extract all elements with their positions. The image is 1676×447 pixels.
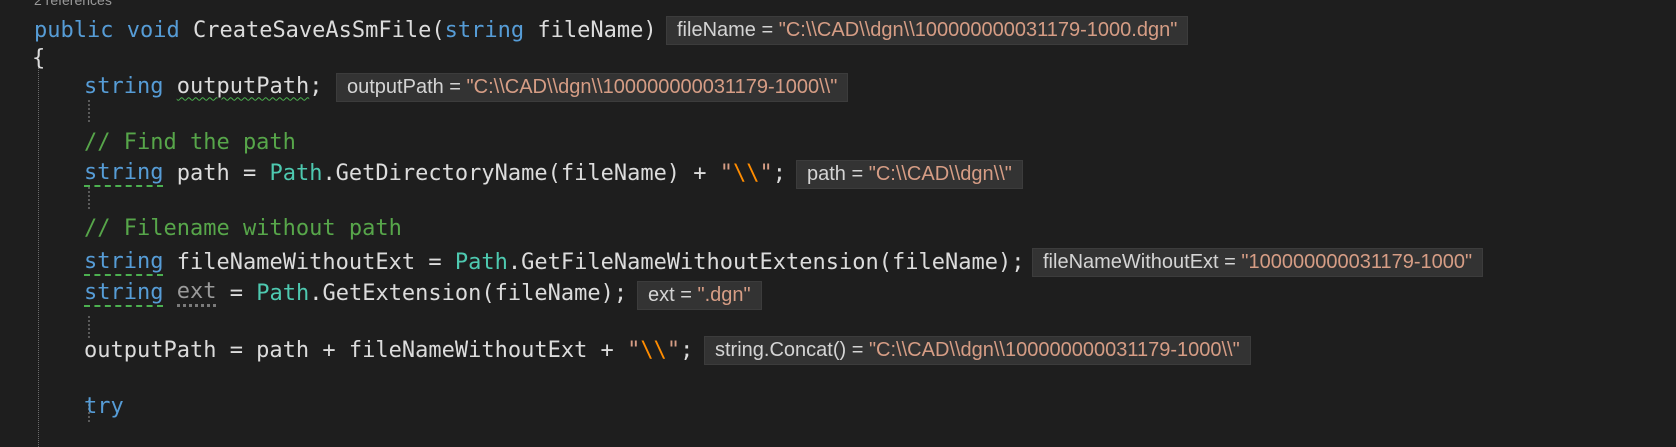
datatip-label: path =: [807, 163, 869, 185]
code-text: path =: [163, 160, 270, 186]
datatip-label: string.Concat() =: [715, 339, 869, 361]
semicolon: ;: [680, 337, 694, 363]
string-escape: \\: [640, 337, 667, 363]
code-text: fileNameWithoutExt =: [163, 249, 455, 275]
type-path[interactable]: Path: [256, 281, 309, 306]
method-name[interactable]: CreateSaveAsSmFile: [193, 18, 431, 43]
datatip-label: fileNameWithoutExt =: [1043, 251, 1242, 273]
code-line-try[interactable]: try: [84, 390, 124, 422]
semicolon: ;: [772, 160, 787, 186]
code-editor[interactable]: 2 references public void CreateSaveAsSmF…: [0, 0, 1676, 447]
paren-open: (: [431, 17, 445, 43]
code-line-comment-find-path[interactable]: // Find the path: [84, 126, 296, 158]
keyword-public: public: [34, 17, 114, 43]
code-line-outputpath-decl[interactable]: string outputPath;: [84, 70, 322, 102]
keyword-try: try: [84, 393, 124, 419]
code-text: .GetExtension(fileName);: [309, 280, 628, 306]
code-line-filenamewithoutext-decl[interactable]: string fileNameWithoutExt = Path .GetFile…: [84, 246, 1024, 278]
datatip-value: ".dgn": [697, 284, 751, 306]
datatip-filenamewithoutext[interactable]: fileNameWithoutExt = "100000000031179-10…: [1032, 248, 1484, 277]
codelens-references[interactable]: 2 references: [34, 0, 112, 9]
indent-guide: [38, 62, 39, 447]
comment: // Find the path: [84, 129, 296, 155]
keyword-string: string: [84, 159, 164, 187]
blank-line-marker: [88, 100, 90, 122]
code-line-outputpath-assign[interactable]: outputPath = path + fileNameWithoutExt +…: [84, 334, 693, 366]
string-quote: ": [627, 337, 641, 363]
datatip-value: "C:\\CAD\\dgn\\100000000031179-1000\\": [466, 76, 838, 98]
code-text: .GetFileNameWithoutExtension(fileName);: [507, 249, 1025, 275]
blank-line-marker: [88, 187, 90, 209]
variable-outputpath[interactable]: outputPath: [177, 74, 309, 99]
datatip-label: outputPath =: [347, 76, 467, 98]
variable-ext[interactable]: ext: [176, 279, 217, 307]
code-line-open-brace[interactable]: {: [32, 42, 45, 74]
type-path[interactable]: Path: [269, 161, 322, 186]
datatip-filename[interactable]: fileName = "C:\\CAD\\dgn\\10000000003117…: [666, 16, 1189, 45]
code-line-method-signature[interactable]: public void CreateSaveAsSmFile(string fi…: [34, 14, 657, 46]
datatip-value: "100000000031179-1000": [1241, 251, 1473, 273]
datatip-ext[interactable]: ext = ".dgn": [637, 281, 762, 310]
string-quote: ": [759, 160, 773, 186]
datatip-value: "C:\\CAD\\dgn\\100000000031179-1000\\": [868, 339, 1240, 361]
keyword-string: string: [84, 73, 164, 99]
code-line-comment-filename[interactable]: // Filename without path: [84, 212, 402, 244]
datatip-string-concat[interactable]: string.Concat() = "C:\\CAD\\dgn\\1000000…: [704, 336, 1251, 365]
keyword-void: void: [126, 17, 180, 43]
code-text: .GetDirectoryName(fileName) +: [322, 160, 720, 186]
datatip-value: "C:\\CAD\\dgn\\": [868, 163, 1012, 185]
type-path[interactable]: Path: [455, 250, 508, 275]
keyword-string: string: [84, 248, 164, 276]
keyword-string: string: [84, 279, 164, 307]
string-escape: \\: [733, 160, 760, 186]
code-text: =: [216, 280, 257, 306]
comment: // Filename without path: [84, 215, 402, 241]
code-line-ext-decl[interactable]: string ext = Path .GetExtension(fileName)…: [84, 277, 627, 309]
datatip-label: fileName =: [677, 19, 779, 41]
datatip-label: ext =: [648, 284, 698, 306]
datatip-path[interactable]: path = "C:\\CAD\\dgn\\": [796, 160, 1023, 189]
datatip-value: "C:\\CAD\\dgn\\100000000031179-1000.dgn": [778, 19, 1178, 41]
string-quote: ": [666, 337, 681, 363]
paren-close: ): [643, 17, 657, 43]
open-brace: {: [32, 45, 46, 71]
semicolon: ;: [309, 73, 323, 99]
code-line-path-decl[interactable]: string path = Path .GetDirectoryName(file…: [84, 157, 786, 189]
datatip-outputpath[interactable]: outputPath = "C:\\CAD\\dgn\\100000000031…: [336, 73, 849, 102]
string-quote: ": [719, 160, 734, 186]
param-name[interactable]: fileName: [537, 18, 643, 43]
code-text: outputPath = path + fileNameWithoutExt +: [84, 337, 628, 363]
keyword-string: string: [444, 17, 525, 43]
